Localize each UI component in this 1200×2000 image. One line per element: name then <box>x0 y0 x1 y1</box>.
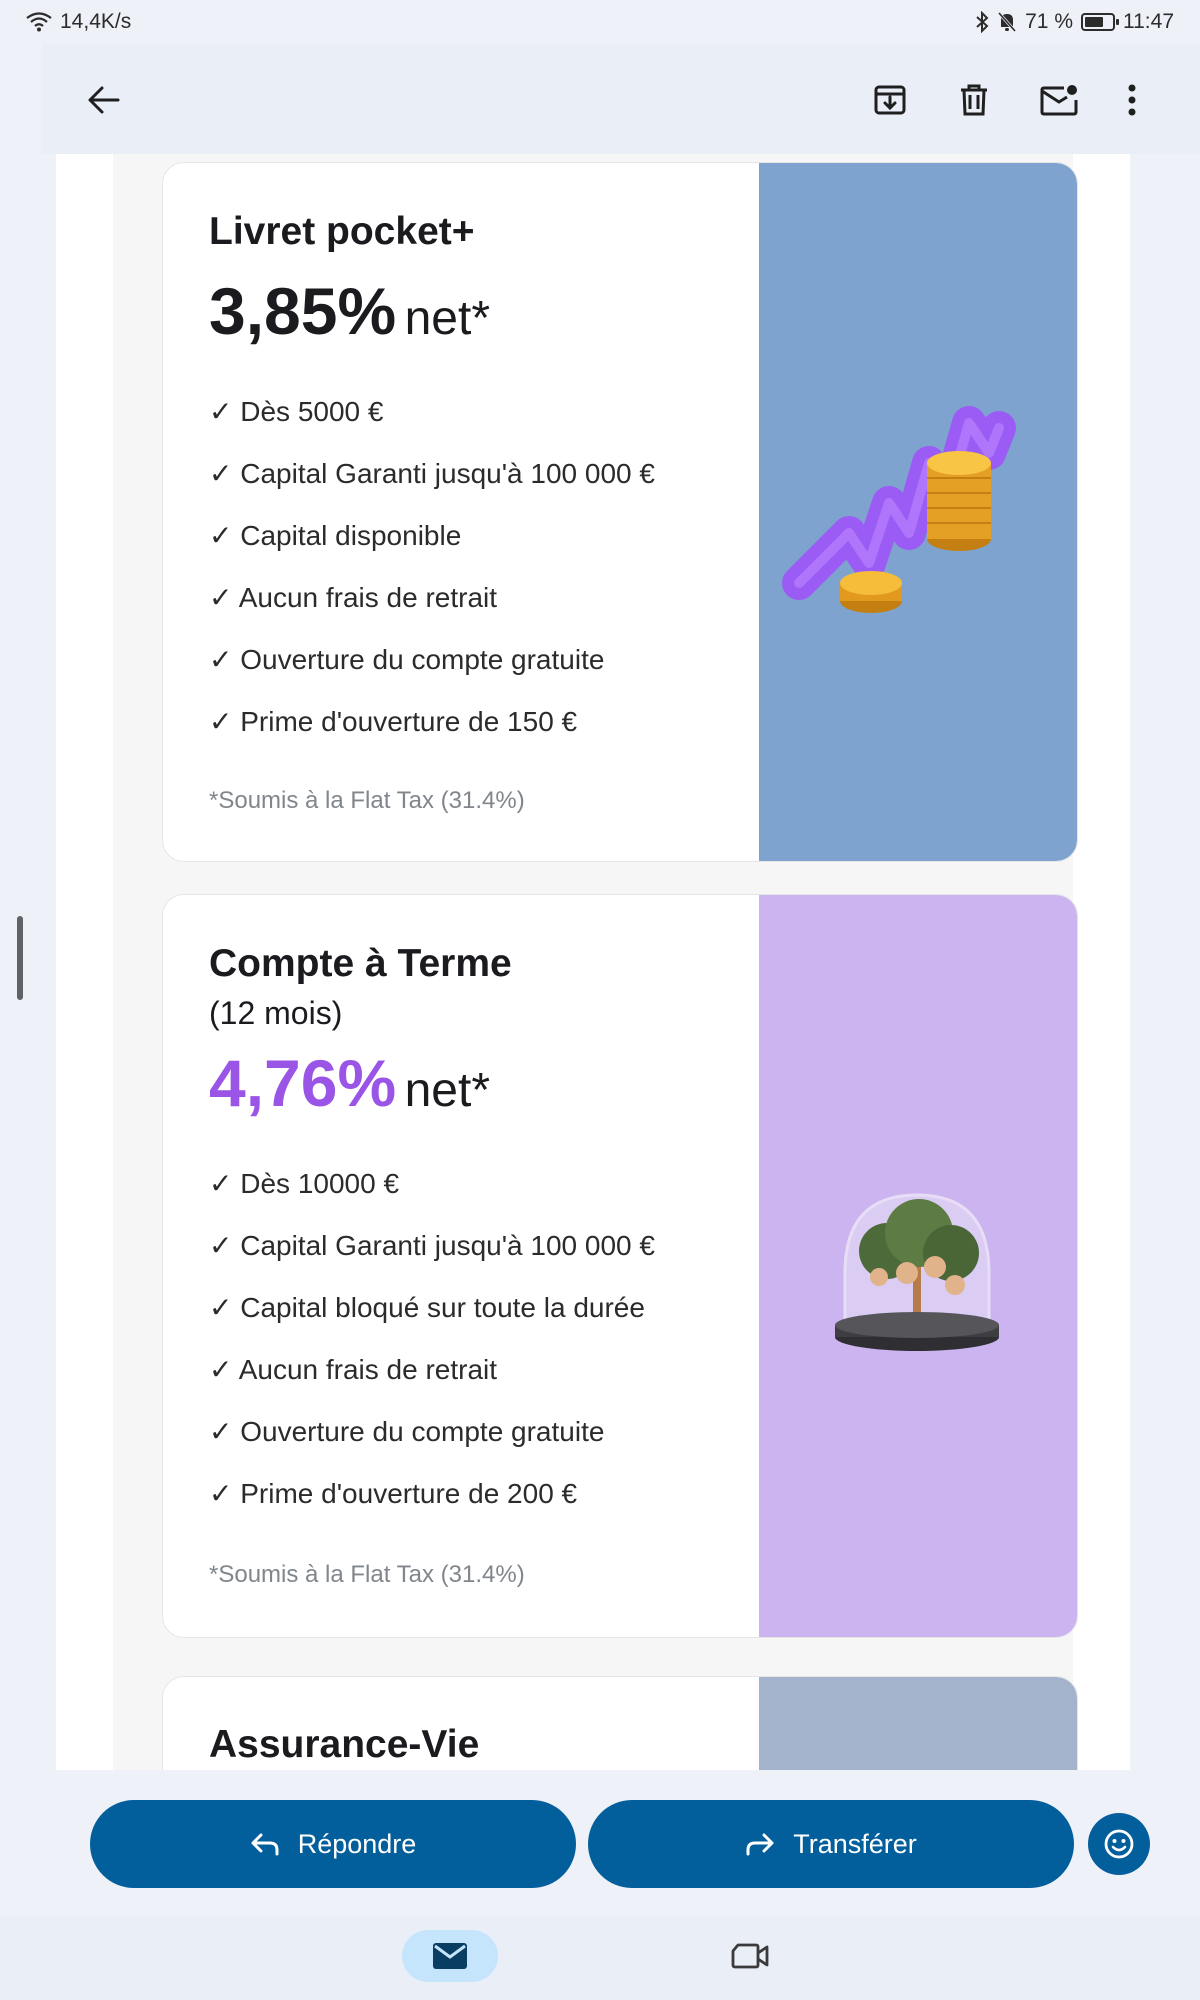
feature-item: ✓ Capital Garanti jusqu'à 100 000 € <box>209 1230 655 1261</box>
offer-card-assurance-vie[interactable]: Assurance-Vie <box>162 1676 1078 1770</box>
card-image-assurance <box>759 1677 1077 1770</box>
footnote: *Soumis à la Flat Tax (31.4%) <box>209 787 525 814</box>
feature-item: ✓ Prime d'ouverture de 150 € <box>209 706 578 737</box>
battery-percent: 71 % <box>1025 10 1073 33</box>
feature-item: ✓ Capital Garanti jusqu'à 100 000 € <box>209 458 655 489</box>
clock: 11:47 <box>1123 10 1174 33</box>
nav-mail-tab[interactable] <box>402 1930 498 1982</box>
video-call-icon <box>731 1943 769 1969</box>
back-arrow-icon <box>88 86 120 114</box>
emoji-reaction-button[interactable] <box>1088 1813 1150 1875</box>
reply-button[interactable]: Répondre <box>90 1800 576 1888</box>
smiley-icon <box>1104 1829 1134 1859</box>
feature-item: ✓ Dès 10000 € <box>209 1168 400 1199</box>
feature-item: ✓ Aucun frais de retrait <box>209 1354 498 1385</box>
feature-list: ✓ Dès 5000 € ✓ Capital Garanti jusqu'à 1… <box>209 381 655 753</box>
back-button[interactable] <box>76 72 132 128</box>
feature-item: ✓ Dès 5000 € <box>209 396 384 427</box>
rate-suffix: net* <box>404 292 490 345</box>
feature-item: ✓ Capital disponible <box>209 520 462 551</box>
status-right: 71 % 11:47 <box>975 10 1174 34</box>
rate-value: 3,85% <box>209 274 397 348</box>
card-title: Livret pocket+ <box>209 210 475 253</box>
mail-icon <box>433 1943 467 1969</box>
money-tree-dome-illustration <box>835 1193 999 1351</box>
archive-button[interactable] <box>862 72 918 128</box>
offer-card-compte-terme[interactable]: Compte à Terme (12 mois) 4,76% net* ✓ Dè… <box>162 894 1078 1638</box>
network-speed: 14,4K/s <box>60 10 132 33</box>
more-options-button[interactable] <box>1104 72 1160 128</box>
feature-list: ✓ Dès 10000 € ✓ Capital Garanti jusqu'à … <box>209 1153 655 1525</box>
message-content: Livret pocket+ 3,85% net* ✓ Dès 5000 € ✓… <box>56 154 1130 1770</box>
forward-button[interactable]: Transférer <box>588 1800 1074 1888</box>
rate-line: 4,76% net* <box>209 1045 490 1121</box>
bottom-navigation <box>0 1916 1200 2000</box>
card-image-tree <box>759 895 1077 1637</box>
status-bar: 14,4K/s 71 % 11:47 <box>0 0 1200 44</box>
more-vert-icon <box>1128 84 1136 116</box>
mark-unread-button[interactable] <box>1031 72 1087 128</box>
battery-level <box>1085 17 1104 27</box>
reply-icon <box>251 1833 279 1856</box>
nav-meet-tab[interactable] <box>722 1930 778 1982</box>
archive-icon <box>874 85 906 115</box>
rate-suffix: net* <box>404 1064 490 1117</box>
status-left: 14,4K/s <box>26 10 131 34</box>
app-toolbar <box>42 44 1200 154</box>
card-title: Assurance-Vie <box>209 1723 480 1766</box>
card-title: Compte à Terme <box>209 942 512 985</box>
forward-label: Transférer <box>793 1828 917 1859</box>
reply-label: Répondre <box>297 1828 417 1859</box>
battery-icon <box>1081 13 1119 31</box>
card-image-coins <box>759 163 1077 861</box>
feature-item: ✓ Ouverture du compte gratuite <box>209 1416 605 1447</box>
offer-card-livret[interactable]: Livret pocket+ 3,85% net* ✓ Dès 5000 € ✓… <box>162 162 1078 862</box>
forward-icon <box>746 1833 774 1856</box>
delete-icon <box>961 84 987 116</box>
feature-item: ✓ Capital bloqué sur toute la durée <box>209 1292 645 1323</box>
coin-stack <box>927 451 991 551</box>
card-subtitle: (12 mois) <box>209 995 343 1031</box>
feature-item: ✓ Ouverture du compte gratuite <box>209 644 605 675</box>
wifi-icon <box>26 12 52 32</box>
rate-value: 4,76% <box>209 1046 397 1120</box>
footnote: *Soumis à la Flat Tax (31.4%) <box>209 1561 525 1588</box>
delete-button[interactable] <box>946 72 1002 128</box>
mark-unread-icon <box>1040 85 1078 116</box>
bluetooth-icon <box>976 11 989 33</box>
feature-item: ✓ Prime d'ouverture de 200 € <box>209 1478 578 1509</box>
edge-scroll-handle[interactable] <box>17 916 23 1000</box>
feature-item: ✓ Aucun frais de retrait <box>209 582 498 613</box>
mute-bell-icon <box>998 12 1017 32</box>
rate-line: 3,85% net* <box>209 273 490 349</box>
coins-ribbon-illustration <box>782 406 1016 613</box>
